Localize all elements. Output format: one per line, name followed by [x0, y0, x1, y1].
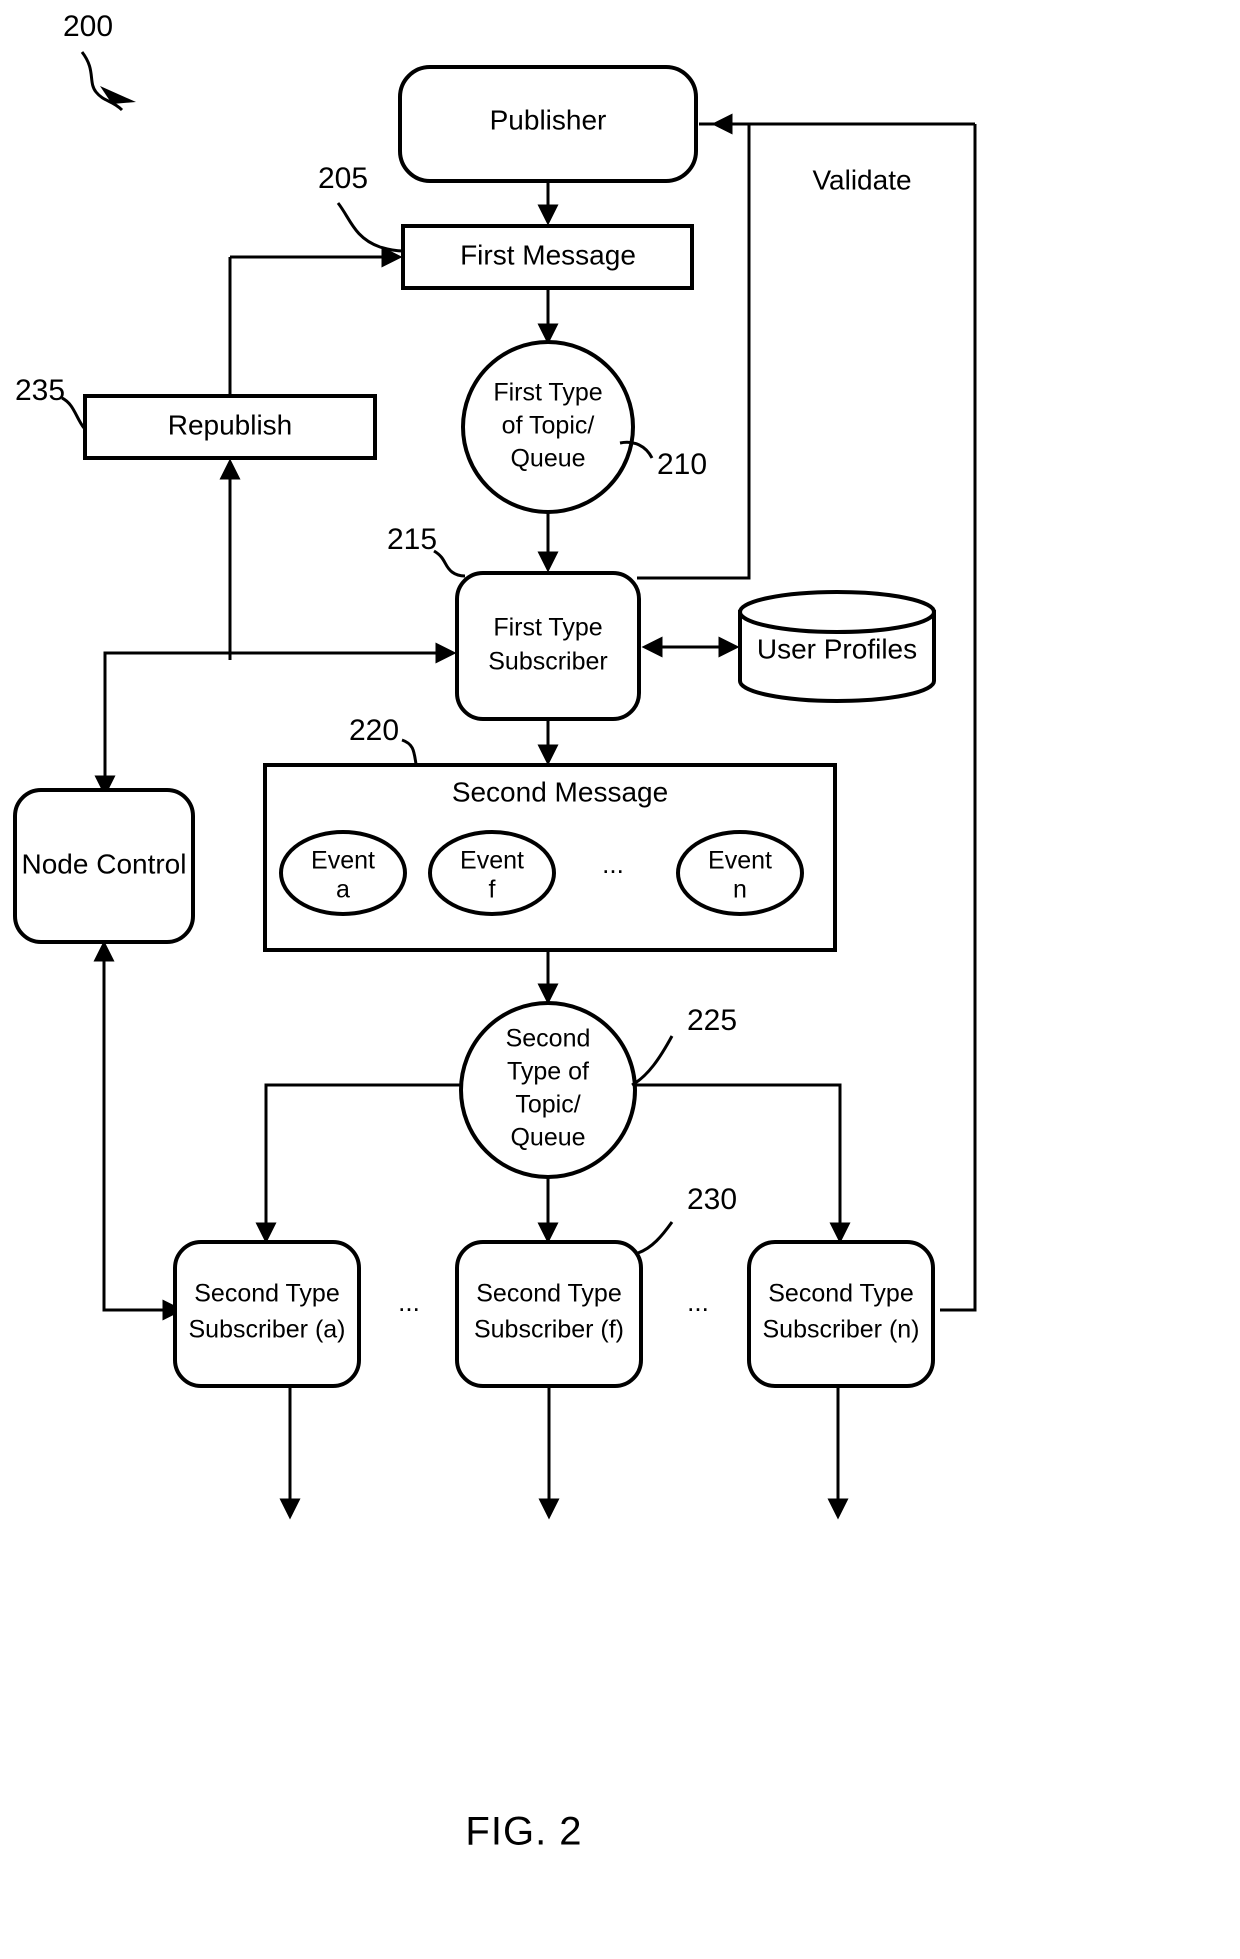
- first-type-topic-queue-line2: of Topic/: [502, 412, 595, 440]
- edge-second-topic-rail-left: [264, 1083, 460, 1236]
- event-a-line2: a: [336, 876, 350, 904]
- second-type-topic-queue-line1: Second: [506, 1025, 591, 1053]
- second-type-subscriber-f-line1: Second Type: [476, 1280, 621, 1308]
- ref-215-leader: [433, 549, 466, 578]
- first-type-subscriber-box: [455, 571, 641, 721]
- republish-label: Republish: [168, 409, 293, 440]
- figure-number-arrowhead: [100, 86, 136, 104]
- subscribers-ellipsis-2: ...: [687, 1287, 709, 1317]
- validate-label: Validate: [812, 164, 911, 195]
- user-profiles-label: User Profiles: [757, 633, 917, 664]
- event-n-line1: Event: [708, 847, 772, 875]
- edge-second-topic-rail-right: [636, 1083, 842, 1236]
- first-type-subscriber-line2: Subscriber: [488, 648, 608, 676]
- ref-220-label: 220: [349, 714, 399, 747]
- ref-235-leader: [61, 396, 86, 429]
- ref-225-leader: [631, 1035, 674, 1087]
- ref-205-leader: [336, 202, 404, 253]
- ref-225-label: 225: [687, 1004, 737, 1037]
- edge-validate-inner: [637, 113, 751, 580]
- event-a-line1: Event: [311, 847, 375, 875]
- first-type-subscriber-line1: First Type: [493, 614, 602, 642]
- publisher-label: Publisher: [490, 104, 607, 135]
- ref-230-leader: [637, 1221, 674, 1255]
- figure-number-label: 200: [63, 10, 113, 43]
- event-f-line2: f: [489, 876, 496, 904]
- patent-figure-2: 200 Publisher 205 First Message First Ty…: [13, 10, 977, 1854]
- event-n-line2: n: [733, 876, 747, 904]
- second-type-subscriber-n-line2: Subscriber (n): [763, 1316, 920, 1344]
- second-type-subscriber-a-line1: Second Type: [194, 1280, 339, 1308]
- edge-subscriber-a-to-node-control: [102, 946, 175, 1312]
- figure-caption: FIG. 2: [465, 1810, 582, 1854]
- ref-210-label: 210: [657, 448, 707, 481]
- ref-205-label: 205: [318, 162, 368, 195]
- second-type-topic-queue-line3: Topic/: [515, 1091, 580, 1119]
- first-type-topic-queue-line1: First Type: [493, 379, 602, 407]
- first-message-label: First Message: [460, 239, 636, 270]
- second-type-subscriber-n-box: [747, 1240, 935, 1388]
- ref-230-label: 230: [687, 1183, 737, 1216]
- second-type-topic-queue-line4: Queue: [510, 1124, 585, 1152]
- second-type-topic-queue-line2: Type of: [507, 1058, 589, 1086]
- ref-235-label: 235: [15, 374, 65, 407]
- ref-215-label: 215: [387, 523, 437, 556]
- node-control-label: Node Control: [22, 848, 187, 879]
- events-ellipsis: ...: [602, 849, 624, 879]
- edge-branch-split-to-node-control: [103, 651, 230, 790]
- second-type-subscriber-a-box: [173, 1240, 361, 1388]
- second-type-subscriber-f-box: [455, 1240, 643, 1388]
- second-message-label: Second Message: [452, 776, 668, 807]
- edge-validate-right-rail: [940, 124, 977, 1312]
- user-profiles-cylinder-top: [738, 590, 936, 634]
- first-type-topic-queue-line3: Queue: [510, 445, 585, 473]
- subscribers-ellipsis-1: ...: [398, 1287, 420, 1317]
- second-type-subscriber-f-line2: Subscriber (f): [474, 1316, 624, 1344]
- second-type-subscriber-n-line1: Second Type: [768, 1280, 913, 1308]
- ref-220-leader: [401, 738, 418, 765]
- second-type-subscriber-a-line2: Subscriber (a): [189, 1316, 346, 1344]
- event-f-line1: Event: [460, 847, 524, 875]
